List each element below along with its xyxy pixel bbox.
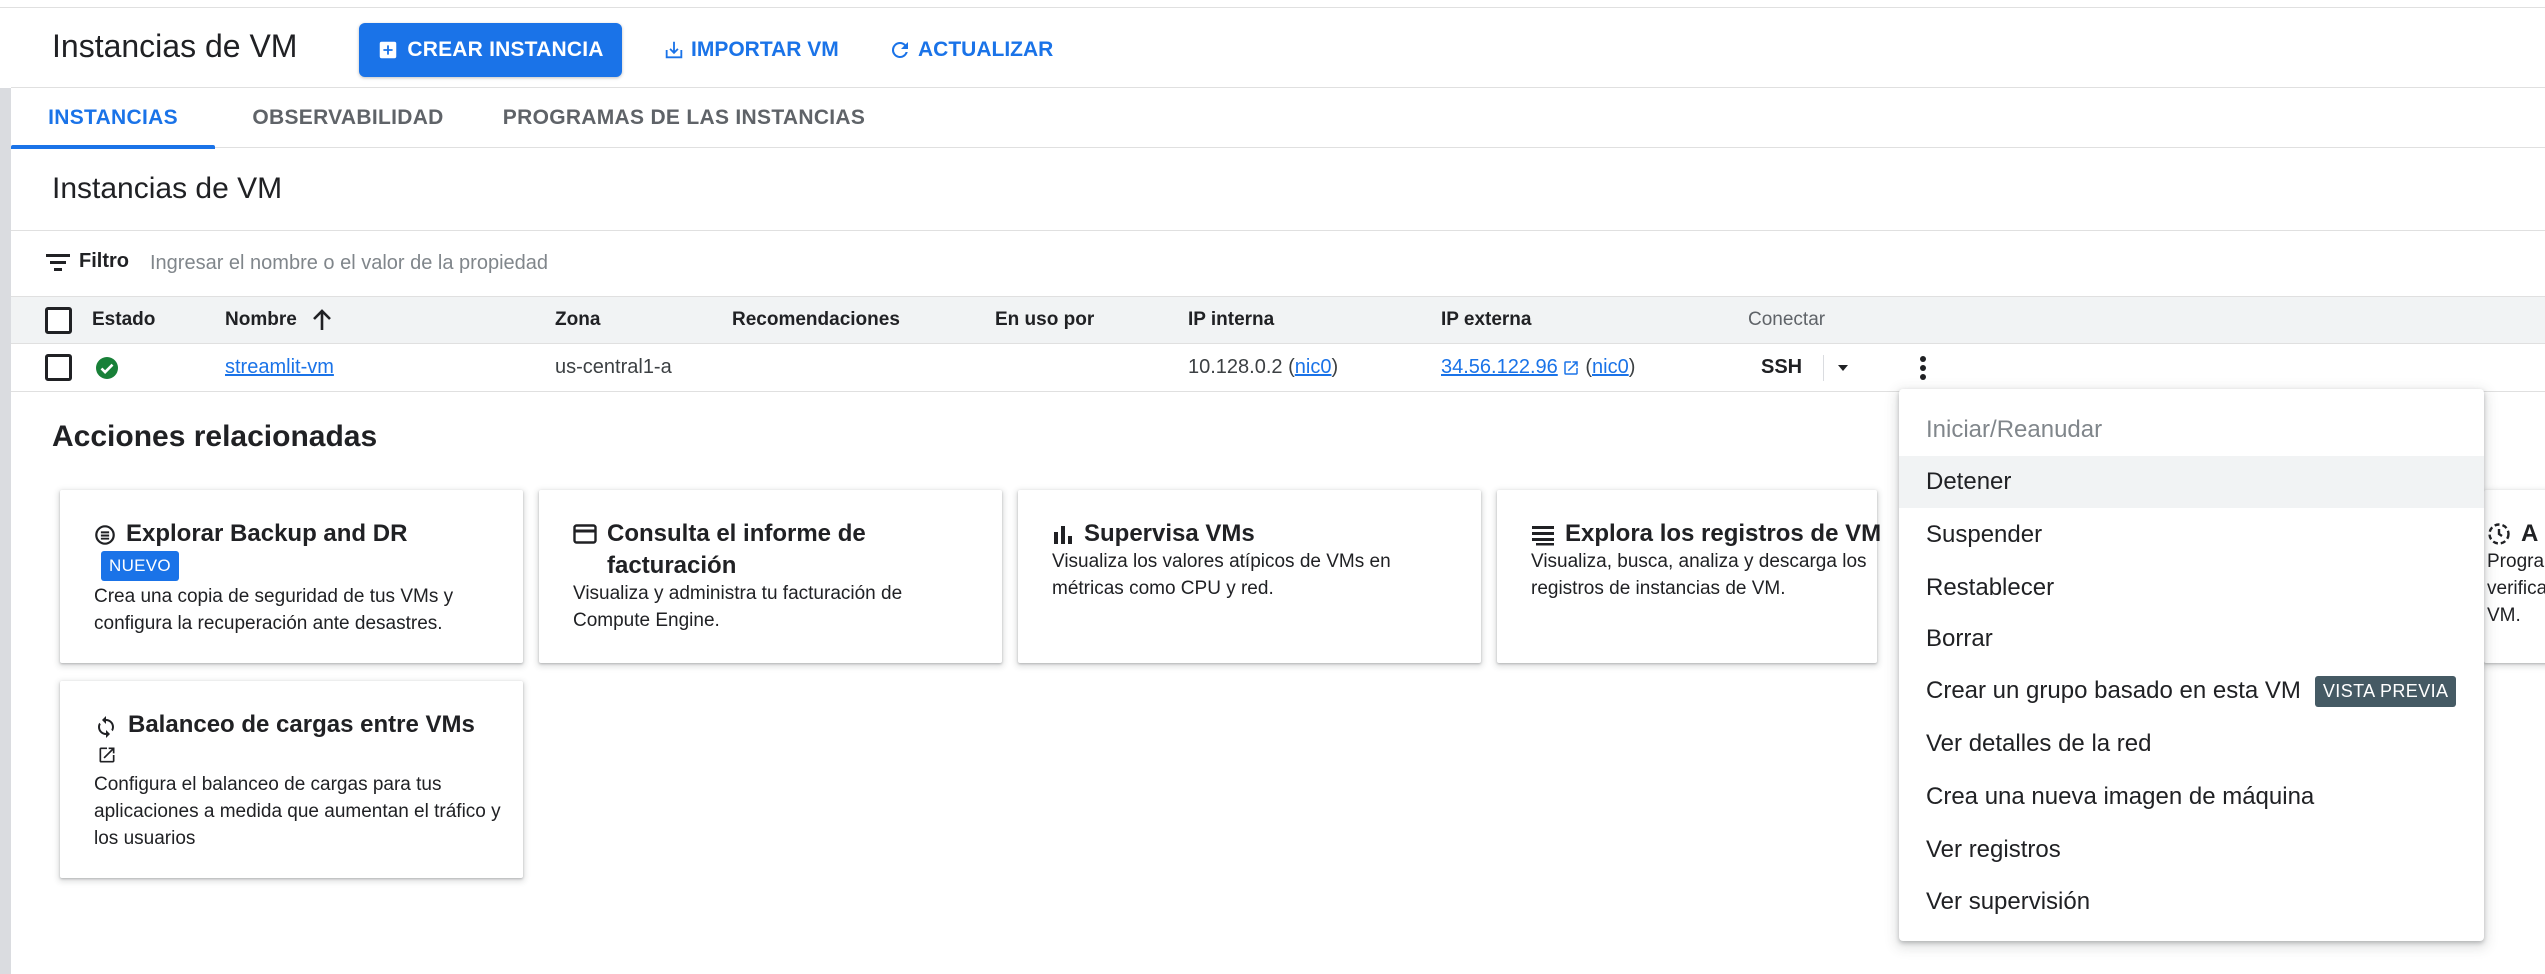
- tab-instances[interactable]: INSTANCIAS: [11, 88, 215, 149]
- instance-zone: us-central1-a: [555, 356, 672, 378]
- column-zone[interactable]: Zona: [555, 297, 600, 343]
- left-rail: [0, 88, 11, 974]
- menu-item-machine-image[interactable]: Crea una nueva imagen de máquina: [1899, 771, 2484, 823]
- filter-input[interactable]: [150, 248, 850, 278]
- column-name[interactable]: Nombre: [225, 297, 333, 343]
- open-in-new-icon[interactable]: [1562, 359, 1580, 377]
- refresh-icon: [888, 38, 912, 62]
- card-description: Visualiza los valores atípicos de VMs en…: [1052, 551, 1391, 599]
- import-vm-button[interactable]: IMPORTAR VM: [663, 23, 839, 77]
- section-divider: [11, 230, 2545, 231]
- table-row: streamlit-vm us-central1-a 10.128.0.2 (n…: [11, 344, 2545, 392]
- column-external-ip[interactable]: IP externa: [1441, 297, 1531, 343]
- sort-ascending-icon: [311, 308, 333, 332]
- related-actions-title: Acciones relacionadas: [52, 420, 378, 453]
- filter-icon[interactable]: [45, 251, 71, 273]
- menu-item-view-logs[interactable]: Ver registros: [1899, 824, 2484, 876]
- card-load-balancing[interactable]: Balanceo de cargas entre VMs Configura e…: [60, 681, 523, 878]
- card-billing[interactable]: Consulta el informe de facturación Visua…: [539, 490, 1002, 663]
- page-title: Instancias de VM: [52, 28, 298, 64]
- filter-label: Filtro: [79, 250, 129, 272]
- refresh-button[interactable]: ACTUALIZAR: [888, 23, 1053, 77]
- menu-item-create-group-label: Crear un grupo basado en esta VM: [1926, 677, 2301, 704]
- tab-bar: INSTANCIAS OBSERVABILIDAD PROGRAMAS DE L…: [11, 88, 2545, 149]
- status-ok-icon: [95, 344, 119, 391]
- column-recommendations[interactable]: Recomendaciones: [732, 297, 900, 343]
- bar-chart-icon: [1052, 524, 1074, 546]
- billing-icon: [573, 524, 597, 544]
- card-title: Supervisa VMs: [1084, 520, 1255, 547]
- menu-item-delete[interactable]: Borrar: [1899, 613, 2484, 665]
- external-nic-link[interactable]: nic0: [1592, 356, 1629, 379]
- card-title: A: [2521, 520, 2539, 547]
- instance-name-link[interactable]: streamlit-vm: [225, 356, 334, 379]
- menu-item-view-monitoring[interactable]: Ver supervisión: [1899, 876, 2484, 928]
- add-box-icon: [377, 39, 399, 61]
- menu-item-network-details[interactable]: Ver detalles de la red: [1899, 718, 2484, 770]
- column-name-label: Nombre: [225, 309, 297, 330]
- external-ip-cell: 34.56.122.96 (nic0): [1441, 356, 1636, 379]
- logs-icon: [1531, 524, 1555, 546]
- internal-ip-cell: 10.128.0.2 (nic0): [1188, 356, 1339, 379]
- create-instance-button[interactable]: CREAR INSTANCIA: [359, 23, 622, 77]
- column-status[interactable]: Estado: [92, 297, 155, 343]
- column-in-use-by[interactable]: En uso por: [995, 297, 1094, 343]
- section-title: Instancias de VM: [52, 172, 283, 205]
- external-ip-link[interactable]: 34.56.122.96: [1441, 356, 1558, 379]
- open-in-new-icon[interactable]: [97, 745, 117, 765]
- preview-badge: VISTA PREVIA: [2314, 675, 2457, 707]
- instance-actions-menu: Iniciar/Reanudar Detener Suspender Resta…: [1899, 389, 2484, 941]
- column-connect: Conectar: [1748, 309, 1826, 330]
- select-all-checkbox[interactable]: [45, 297, 72, 343]
- internal-ip: 10.128.0.2: [1188, 356, 1283, 378]
- schedule-icon: [2487, 522, 2511, 546]
- backup-icon: [94, 524, 116, 546]
- tab-observability[interactable]: OBSERVABILIDAD: [233, 88, 463, 148]
- card-backup-dr[interactable]: Explorar Backup and DR NUEVO Crea una co…: [60, 490, 523, 663]
- row-checkbox[interactable]: [45, 344, 72, 391]
- ssh-divider: [1823, 344, 1824, 391]
- more-actions-icon[interactable]: [1917, 344, 1929, 391]
- card-description: Visualiza y administra tu facturación de…: [573, 583, 903, 631]
- menu-item-suspend[interactable]: Suspender: [1899, 509, 2484, 561]
- card-vm-logs[interactable]: Explora los registros de VM Visualiza, b…: [1497, 490, 1881, 663]
- card-title: Consulta el informe de facturación: [607, 520, 866, 579]
- tab-instance-schedules[interactable]: PROGRAMAS DE LAS INSTANCIAS: [489, 88, 879, 148]
- menu-item-reset[interactable]: Restablecer: [1899, 562, 2484, 614]
- load-balance-icon: [94, 715, 118, 739]
- card-description: Crea una copia de seguridad de tus VMs y…: [94, 586, 454, 634]
- refresh-label: ACTUALIZAR: [918, 38, 1054, 61]
- create-instance-label: CREAR INSTANCIA: [407, 38, 604, 61]
- card-description: Progra verifica VM.: [2487, 551, 2545, 626]
- column-internal-ip[interactable]: IP interna: [1188, 297, 1274, 343]
- page-header: Instancias de VM CREAR INSTANCIA IMPORTA…: [11, 8, 2545, 88]
- menu-item-start-resume: Iniciar/Reanudar: [1926, 416, 2103, 443]
- card-description: Configura el balanceo de cargas para tus…: [94, 774, 501, 849]
- ssh-button[interactable]: SSH: [1761, 344, 1802, 391]
- internal-nic-link[interactable]: nic0: [1295, 356, 1332, 379]
- card-title: Explorar Backup and DR: [126, 520, 408, 547]
- card-title: Balanceo de cargas entre VMs: [128, 711, 475, 738]
- card-description: Visualiza, busca, analiza y descarga los…: [1531, 551, 1867, 599]
- card-title: Explora los registros de VM: [1565, 520, 1882, 547]
- card-partial[interactable]: A Progra verifica VM.: [2484, 490, 2545, 663]
- download-icon: [663, 39, 685, 61]
- menu-item-create-group[interactable]: Crear un grupo basado en esta VM VISTA P…: [1899, 665, 2484, 717]
- menu-item-stop[interactable]: Detener: [1899, 456, 2484, 508]
- import-vm-label: IMPORTAR VM: [691, 38, 839, 61]
- ssh-dropdown-icon[interactable]: [1833, 344, 1853, 391]
- new-badge: NUEVO: [101, 551, 179, 581]
- table-header: Estado Nombre Zona Recomendaciones En us…: [11, 296, 2545, 344]
- card-monitor-vms[interactable]: Supervisa VMs Visualiza los valores atíp…: [1018, 490, 1481, 663]
